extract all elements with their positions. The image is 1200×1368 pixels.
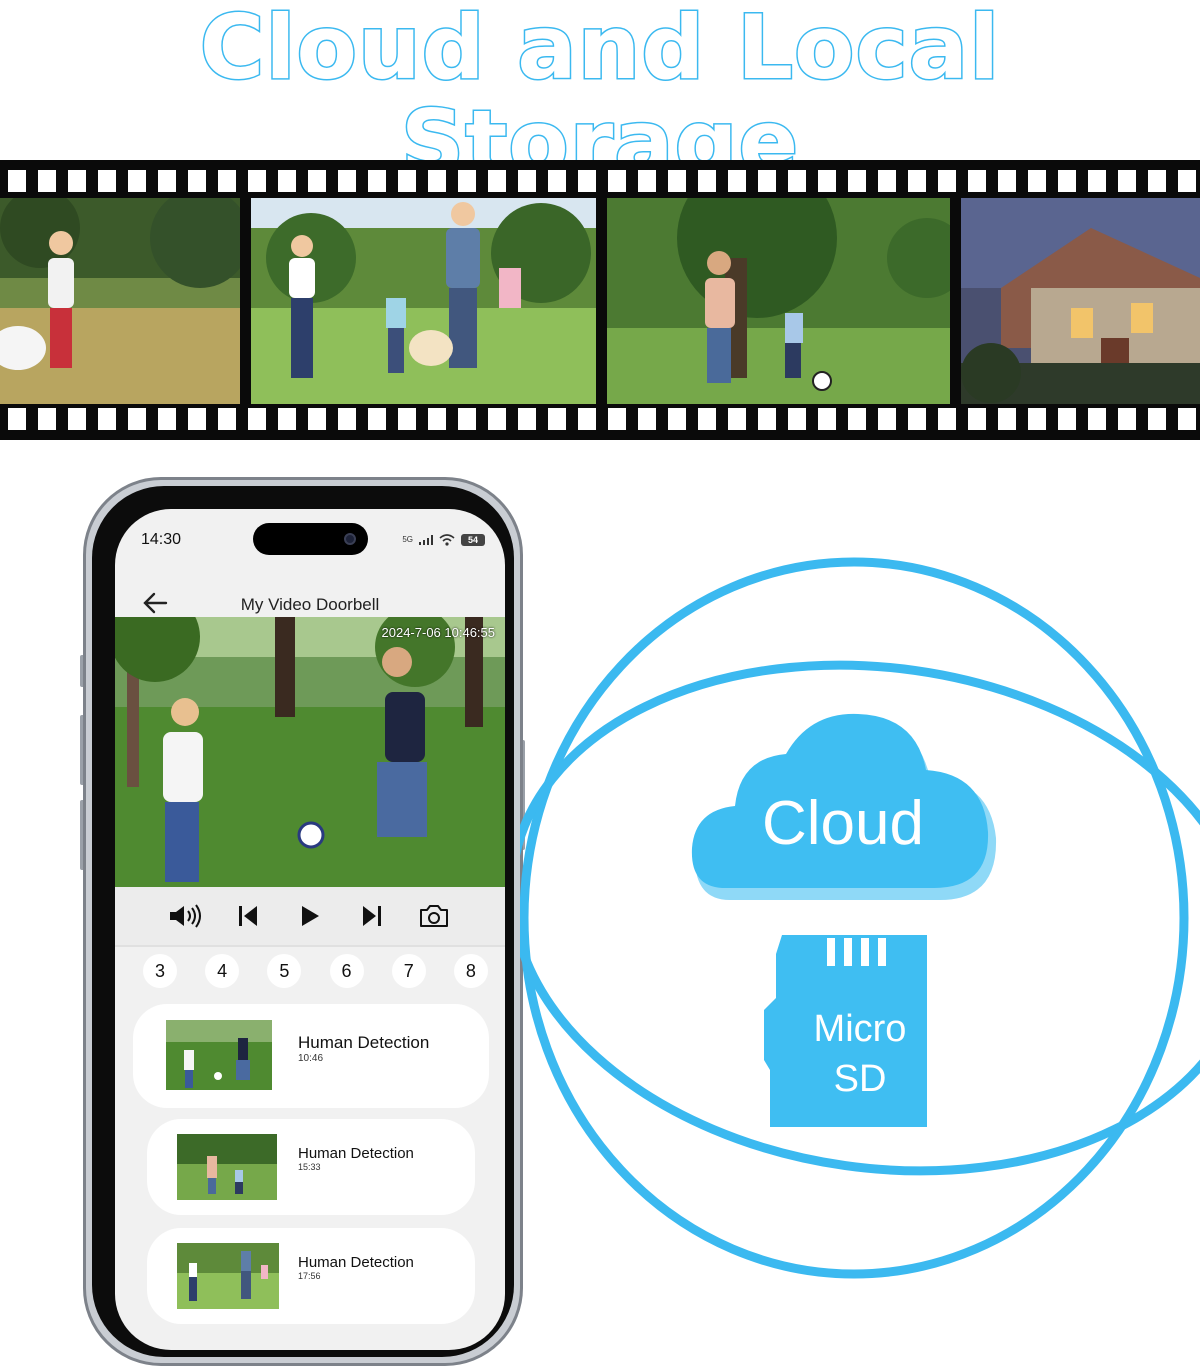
film-perforations-bottom bbox=[0, 408, 1200, 430]
video-timestamp: 2024-7-06 10:46:55 bbox=[381, 625, 495, 640]
event-thumbnail bbox=[177, 1134, 277, 1200]
event-time: 10:46 bbox=[298, 1053, 324, 1064]
film-frame-father-son-soccer bbox=[607, 198, 950, 404]
phone-bezel: 14:30 5G 54 My Video Doorbell 2024-7-06 … bbox=[92, 486, 514, 1357]
event-title: Human Detection bbox=[298, 1145, 414, 1162]
status-bar: 14:30 5G 54 bbox=[115, 509, 505, 569]
page-number-3[interactable]: 3 bbox=[143, 954, 177, 988]
event-time: 17:56 bbox=[298, 1271, 321, 1281]
storage-orbit-graphic bbox=[520, 557, 1200, 1279]
page-number-8[interactable]: 8 bbox=[453, 954, 488, 988]
play-button[interactable] bbox=[290, 896, 330, 936]
cloud-label: Cloud bbox=[762, 789, 924, 858]
status-icons: 5G 54 bbox=[402, 531, 485, 549]
snapshot-button[interactable] bbox=[414, 896, 454, 936]
next-button[interactable] bbox=[352, 896, 392, 936]
play-icon bbox=[302, 906, 319, 926]
micro-sd-label-line1: Micro bbox=[813, 1008, 907, 1050]
phone-mockup: 14:30 5G 54 My Video Doorbell 2024-7-06 … bbox=[83, 477, 523, 1366]
video-player[interactable]: 2024-7-06 10:46:55 bbox=[115, 617, 505, 887]
page-number-6[interactable]: 6 bbox=[329, 954, 364, 988]
micro-sd-label: Micro SD bbox=[800, 1004, 920, 1104]
film-frame-girl-with-dog bbox=[0, 198, 240, 404]
phone-screen: 14:30 5G 54 My Video Doorbell 2024-7-06 … bbox=[115, 509, 505, 1350]
playback-controls bbox=[115, 887, 505, 945]
event-thumbnail bbox=[166, 1020, 272, 1090]
event-time: 15:33 bbox=[298, 1162, 321, 1172]
headline: Cloud and Local Storage bbox=[198, 0, 1001, 194]
page-number-7[interactable]: 7 bbox=[391, 954, 426, 988]
event-item[interactable]: Human Detection 15:33 bbox=[147, 1119, 475, 1215]
event-title: Human Detection bbox=[298, 1033, 430, 1052]
signal-icon bbox=[419, 535, 433, 545]
event-title: Human Detection bbox=[298, 1254, 414, 1271]
page-number-4[interactable]: 4 bbox=[205, 954, 240, 988]
event-item[interactable]: Human Detection 17:56 bbox=[147, 1228, 475, 1324]
previous-button[interactable] bbox=[228, 896, 268, 936]
mute-button[interactable] bbox=[166, 896, 206, 936]
camera-icon bbox=[420, 905, 448, 927]
controls-divider bbox=[115, 945, 505, 947]
film-frame-house-at-dusk bbox=[961, 198, 1200, 404]
film-perforations-top bbox=[0, 170, 1200, 192]
video-frame-image bbox=[115, 617, 505, 887]
page-number-5[interactable]: 5 bbox=[267, 954, 302, 988]
app-title: My Video Doorbell bbox=[240, 595, 380, 614]
status-time: 14:30 bbox=[141, 531, 182, 548]
orbit-ellipse bbox=[520, 660, 1200, 1176]
front-camera-icon bbox=[344, 533, 356, 545]
film-strip bbox=[0, 160, 1200, 440]
film-frame-family-walk bbox=[251, 198, 596, 404]
event-thumbnail bbox=[177, 1243, 279, 1309]
network-label: 5G bbox=[402, 535, 413, 544]
micro-sd-label-line2: SD bbox=[833, 1058, 887, 1100]
next-icon bbox=[363, 906, 381, 926]
previous-icon bbox=[239, 906, 257, 926]
speaker-icon bbox=[170, 904, 201, 928]
dynamic-island bbox=[253, 523, 368, 555]
wifi-icon bbox=[439, 534, 455, 546]
event-item[interactable]: Human Detection 10:46 bbox=[133, 1004, 489, 1108]
page-selector: 3 4 5 6 7 8 bbox=[143, 954, 488, 988]
battery-icon: 54 bbox=[461, 534, 485, 546]
